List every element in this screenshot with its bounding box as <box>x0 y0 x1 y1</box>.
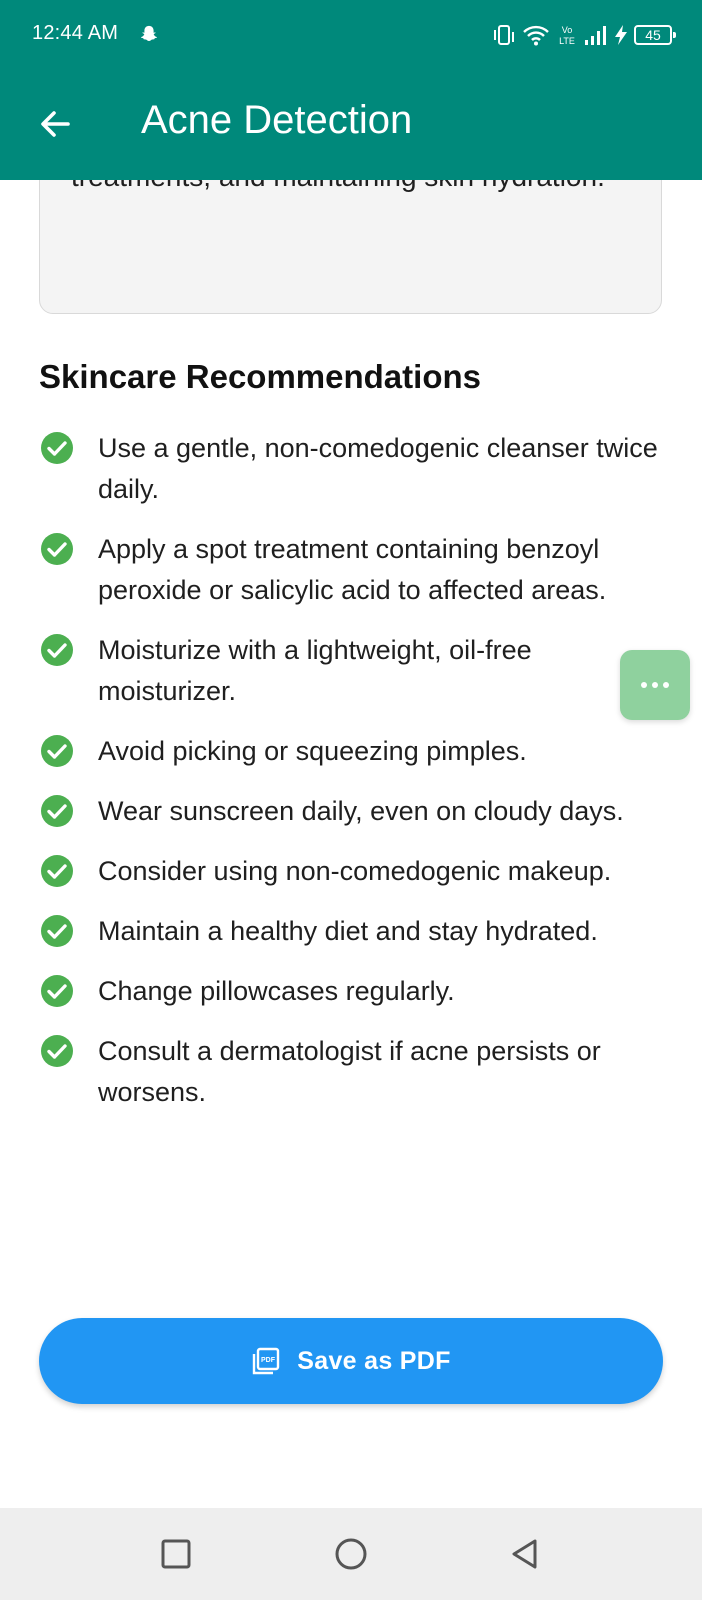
list-item-text: Maintain a healthy diet and stay hydrate… <box>98 916 598 946</box>
list-item: Consult a dermatologist if acne persists… <box>40 1031 680 1113</box>
list-item-text: Change pillowcases regularly. <box>98 976 455 1006</box>
back-triangle-icon[interactable] <box>507 1536 543 1572</box>
check-circle-icon <box>41 634 73 666</box>
pdf-icon-label: PDF <box>261 1357 276 1364</box>
list-item: Wear sunscreen daily, even on cloudy day… <box>40 791 680 832</box>
section-title: Skincare Recommendations <box>39 358 481 395</box>
page-title: Acne Detection <box>141 98 413 142</box>
check-circle-icon <box>41 735 73 767</box>
arrow-left-icon[interactable] <box>34 102 78 146</box>
more-dots-icon <box>641 682 669 688</box>
check-circle-icon <box>41 915 73 947</box>
app-bar: Acne Detection <box>0 70 702 180</box>
check-circle-icon <box>41 855 73 887</box>
list-item: Change pillowcases regularly. <box>40 971 680 1012</box>
recents-square-icon[interactable] <box>158 1536 194 1572</box>
list-item-text: Consult a dermatologist if acne persists… <box>98 1036 601 1107</box>
list-item-text: Avoid picking or squeezing pimples. <box>98 736 527 766</box>
list-item: Maintain a healthy diet and stay hydrate… <box>40 911 680 952</box>
check-circle-icon <box>41 432 73 464</box>
pdf-icon: PDF <box>253 1347 280 1375</box>
check-circle-icon <box>41 975 73 1007</box>
save-as-pdf-button[interactable]: PDF Save as PDF <box>39 1318 663 1404</box>
list-item-text: Moisturize with a lightweight, oil-free … <box>98 635 532 706</box>
recommendation-list: Use a gentle, non-comedogenic cleanser t… <box>40 428 680 1132</box>
save-button-label: Save as PDF <box>297 1346 451 1375</box>
home-circle-icon[interactable] <box>333 1536 369 1572</box>
list-item-text: Use a gentle, non-comedogenic cleanser t… <box>98 433 658 504</box>
check-circle-icon <box>41 795 73 827</box>
scroll-content[interactable]: treatments, and maintaining skin hydrati… <box>0 0 702 1508</box>
list-item: Use a gentle, non-comedogenic cleanser t… <box>40 428 680 510</box>
check-circle-icon <box>41 533 73 565</box>
list-item: Apply a spot treatment containing benzoy… <box>40 529 680 611</box>
list-item-text: Consider using non-comedogenic makeup. <box>98 856 612 886</box>
more-options-button[interactable] <box>620 650 690 720</box>
list-item-text: Apply a spot treatment containing benzoy… <box>98 534 607 605</box>
system-nav-bar <box>0 1508 702 1600</box>
check-circle-icon <box>41 1035 73 1067</box>
list-item: Moisturize with a lightweight, oil-free … <box>40 630 680 712</box>
list-item: Consider using non-comedogenic makeup. <box>40 851 680 892</box>
list-item: Avoid picking or squeezing pimples. <box>40 731 680 772</box>
list-item-text: Wear sunscreen daily, even on cloudy day… <box>98 796 624 826</box>
